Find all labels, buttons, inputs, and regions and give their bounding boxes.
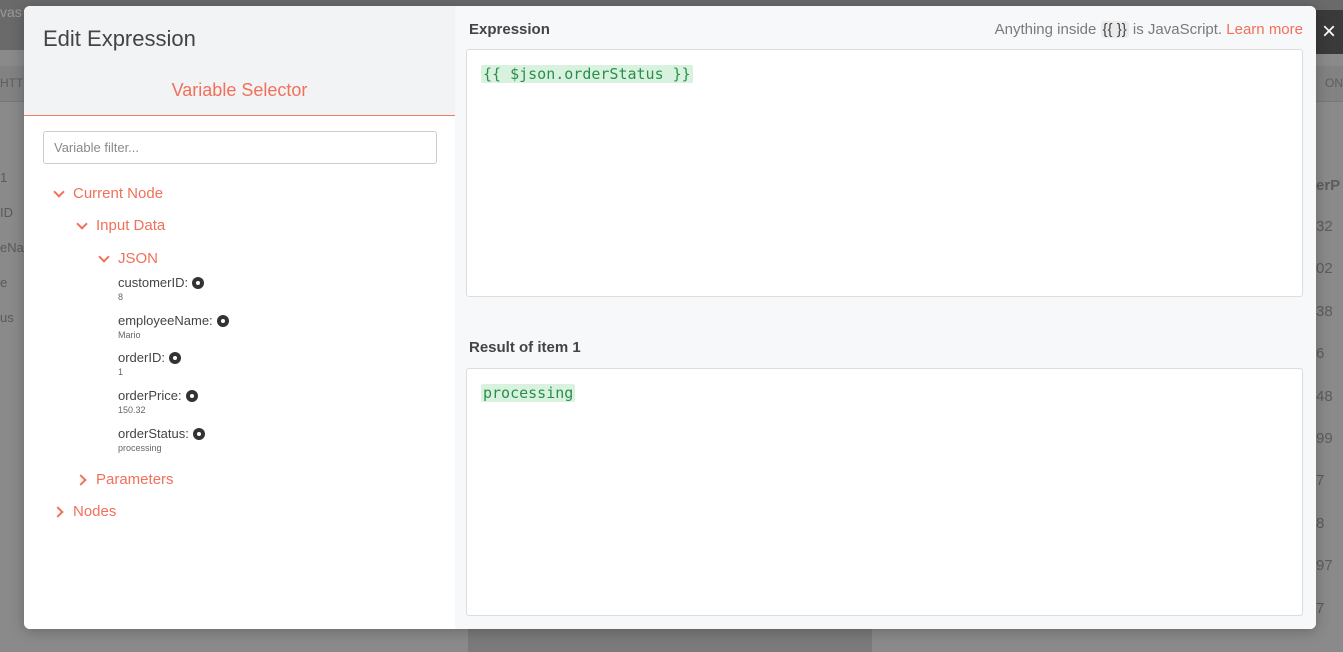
close-icon[interactable]: × xyxy=(1315,10,1343,54)
variable-item[interactable]: employeeName: Mario xyxy=(118,313,229,340)
tree-node-label: Input Data xyxy=(96,217,166,234)
variable-value: 150.32 xyxy=(118,405,146,415)
chevron-right-icon xyxy=(54,507,64,517)
hint-prefix: Anything inside xyxy=(994,21,1097,38)
expression-label: Expression xyxy=(469,21,550,38)
result-label: Result of item 1 xyxy=(469,339,581,356)
tree-node-input-data[interactable]: Input Data xyxy=(77,217,165,234)
chevron-down-icon xyxy=(54,189,64,199)
insert-dot-icon[interactable] xyxy=(168,351,181,364)
tree-node-label: Parameters xyxy=(96,471,174,488)
variable-item[interactable]: orderPrice: 150.32 xyxy=(118,388,198,415)
tree-node-label: Current Node xyxy=(73,185,164,202)
insert-dot-icon[interactable] xyxy=(216,314,229,327)
background-right-value: 38 xyxy=(1316,302,1333,320)
variable-name: orderID: xyxy=(118,350,165,365)
background-right-value: 7 xyxy=(1316,472,1325,490)
variable-value: Mario xyxy=(118,330,141,340)
variable-item[interactable]: orderStatus: processing xyxy=(118,426,205,453)
result-value: processing xyxy=(481,384,576,402)
background-right-value: 8 xyxy=(1316,514,1325,532)
chevron-down-icon xyxy=(99,254,109,264)
background-right-column: erP 32 02 38 6 48 99 7 8 97 7 xyxy=(1316,166,1343,630)
variable-value: 8 xyxy=(118,292,124,302)
variable-name: customerID: xyxy=(118,275,189,290)
tree-node-label: Nodes xyxy=(73,503,117,520)
background-right-value: 6 xyxy=(1316,345,1325,363)
background-strip-left: HTTI xyxy=(0,76,27,90)
variable-selector-panel: Edit Expression Variable Selector Curren… xyxy=(24,6,455,629)
tree-node-parameters[interactable]: Parameters xyxy=(77,471,174,488)
background-strip-right: ON xyxy=(1325,76,1343,90)
hint-code: {{ }} xyxy=(1100,21,1129,38)
insert-dot-icon[interactable] xyxy=(192,427,205,440)
background-right-value: 48 xyxy=(1316,387,1333,405)
background-right-value: 7 xyxy=(1316,599,1325,617)
variable-value: processing xyxy=(118,443,162,453)
tree-node-json[interactable]: JSON xyxy=(99,250,158,267)
background-title: vas xyxy=(0,4,22,20)
background-right-value: 97 xyxy=(1316,557,1333,575)
variable-tree: Current Node Input Data JSON customerID:… xyxy=(24,6,455,629)
background-right-value: 02 xyxy=(1316,260,1333,278)
variable-value: 1 xyxy=(118,367,124,377)
background-right-header: erP xyxy=(1316,177,1341,194)
variable-item[interactable]: orderID: 1 xyxy=(118,350,181,377)
chevron-right-icon xyxy=(77,475,87,485)
expression-editor[interactable]: {{ $json.orderStatus }} xyxy=(466,49,1303,297)
variable-item[interactable]: customerID: 8 xyxy=(118,275,205,302)
expression-panel: Expression Anything inside {{ }} is Java… xyxy=(455,6,1316,629)
tree-node-current-node[interactable]: Current Node xyxy=(54,185,163,202)
insert-dot-icon[interactable] xyxy=(192,276,205,289)
tree-node-nodes[interactable]: Nodes xyxy=(54,503,116,520)
background-right-value: 32 xyxy=(1316,218,1333,235)
variable-name: employeeName: xyxy=(118,313,213,328)
javascript-hint: Anything inside {{ }} is JavaScript. Lea… xyxy=(995,21,1303,38)
expression-code: {{ $json.orderStatus }} xyxy=(481,65,693,83)
background-right-value: 99 xyxy=(1316,429,1333,447)
insert-dot-icon[interactable] xyxy=(185,389,198,402)
result-output: processing xyxy=(466,368,1303,616)
variable-name: orderPrice: xyxy=(118,388,182,403)
background-bottom-bar xyxy=(468,628,872,652)
edit-expression-modal: Edit Expression Variable Selector Curren… xyxy=(24,6,1316,629)
tree-node-label: JSON xyxy=(118,250,159,267)
learn-more-link[interactable]: Learn more xyxy=(1226,21,1303,38)
hint-suffix: is JavaScript. xyxy=(1132,21,1223,38)
chevron-down-icon xyxy=(77,221,87,231)
variable-name: orderStatus: xyxy=(118,426,189,441)
